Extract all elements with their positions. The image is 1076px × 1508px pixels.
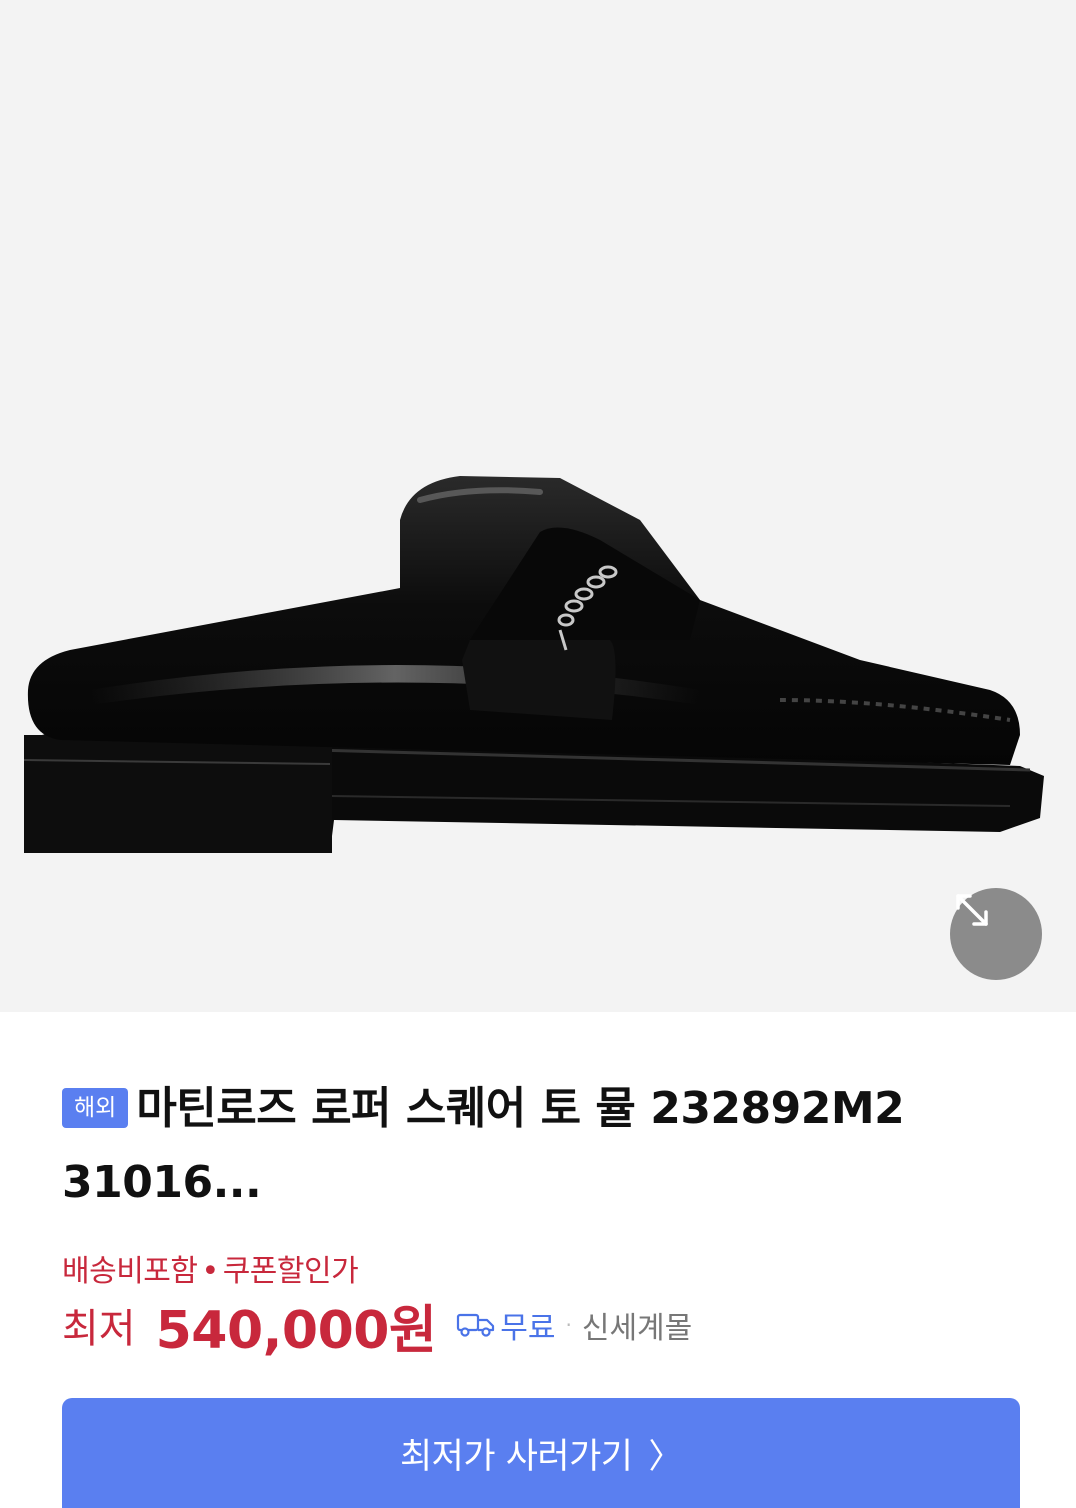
product-title-line1: 마틴로즈 로퍼 스퀘어 토 뮬 232892M2 — [136, 1083, 905, 1134]
middot-separator: · — [565, 1313, 572, 1337]
bullet-separator: • — [201, 1254, 220, 1289]
chevron-right-icon: 〉 — [648, 1436, 683, 1477]
price-row: 최저 540,000원 무료 · 신세계몰 — [62, 1290, 693, 1361]
shipping-included-label: 배송비포함 — [62, 1254, 198, 1289]
buy-button-label: 최저가 사러가기 — [399, 1436, 633, 1477]
loafer-mule-image — [23, 476, 1044, 853]
expand-image-button[interactable] — [950, 888, 1042, 980]
product-title[interactable]: 해외 마틴로즈 로퍼 스퀘어 토 뮬 232892M2 31016... — [62, 1072, 1022, 1220]
delivery-truck-icon — [457, 1313, 495, 1337]
lowest-price-label: 최저 — [62, 1306, 136, 1352]
product-title-line2: 31016... — [62, 1157, 262, 1208]
overseas-badge: 해외 — [62, 1088, 129, 1128]
coupon-price-label: 쿠폰할인가 — [222, 1254, 359, 1289]
free-delivery-label: 무료 — [500, 1311, 556, 1346]
free-delivery: 무료 — [456, 1303, 556, 1347]
price-conditions: 배송비포함 • 쿠폰할인가 — [62, 1246, 359, 1290]
buy-lowest-price-button[interactable]: 최저가 사러가기 〉 — [62, 1398, 1020, 1508]
product-image-area — [0, 0, 1076, 1012]
expand-arrows-icon — [956, 894, 988, 926]
price-value: 540,000원 — [155, 1300, 437, 1361]
mall-name: 신세계몰 — [581, 1311, 693, 1346]
